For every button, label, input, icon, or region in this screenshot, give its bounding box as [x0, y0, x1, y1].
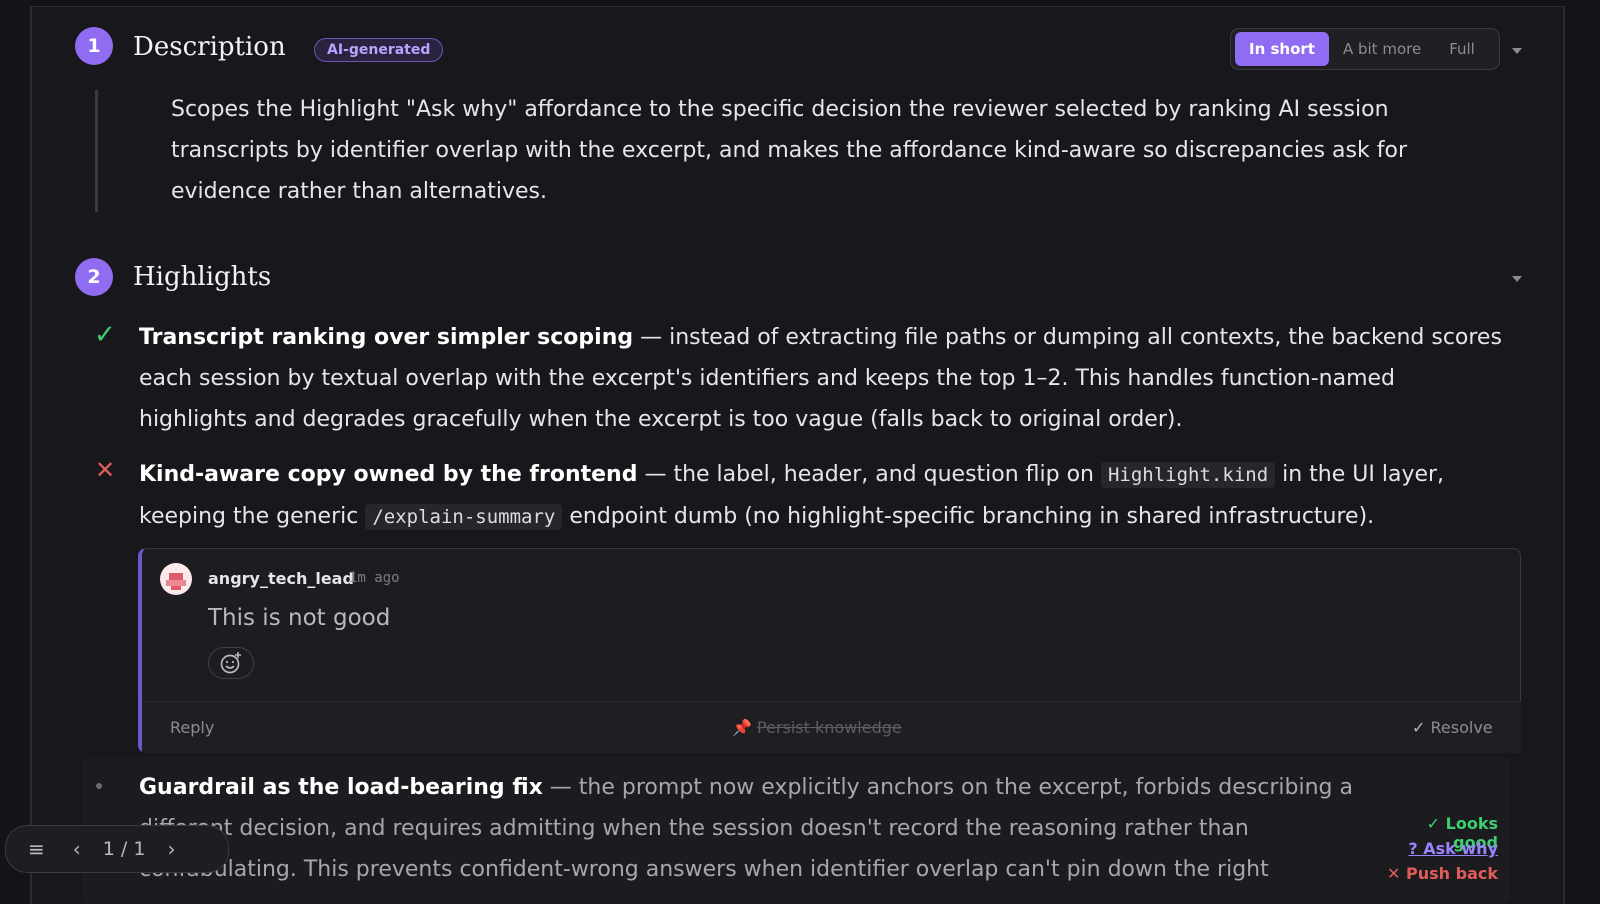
description-text: Scopes the Highlight "Ask why" affordanc…: [171, 97, 1407, 204]
ai-generated-badge: AI-generated: [314, 38, 444, 62]
x-icon: ✕: [95, 456, 116, 484]
highlight-item: Kind-aware copy owned by the frontend — …: [139, 462, 1445, 530]
tab-a-bit-more[interactable]: A bit more: [1329, 32, 1435, 66]
highlight-title: Transcript ranking over simpler scoping: [139, 325, 634, 350]
collapse-highlights-icon[interactable]: [1512, 276, 1522, 282]
bullet-icon: [96, 783, 102, 789]
menu-icon[interactable]: ≡: [28, 837, 45, 861]
section-number: 1: [75, 27, 113, 65]
comment-footer: Reply 📌 Persist knowledge ✓ Resolve: [142, 701, 1521, 753]
chevron-right-icon[interactable]: ›: [167, 837, 175, 861]
section-number: 2: [75, 258, 113, 296]
push-back-button[interactable]: ✕ Push back: [1380, 864, 1498, 883]
persist-knowledge-button[interactable]: 📌 Persist knowledge: [732, 718, 902, 737]
ask-why-button[interactable]: ? Ask why: [1380, 839, 1498, 858]
detail-level-toggle: In short A bit more Full: [1230, 28, 1500, 70]
comment-author[interactable]: angry_tech_lead: [208, 569, 354, 588]
comment-card: angry_tech_lead 1m ago This is not good …: [138, 548, 1521, 753]
page-navigator: ≡ ‹ 1 / 1 ›: [5, 825, 229, 873]
reply-button[interactable]: Reply: [170, 718, 214, 737]
add-reaction-button[interactable]: [208, 647, 254, 679]
pin-icon: 📌: [732, 718, 752, 737]
avatar: [160, 563, 192, 595]
highlight-title: Kind-aware copy owned by the frontend: [139, 462, 638, 487]
code-span: /explain-summary: [365, 504, 563, 530]
comment-time: 1m ago: [349, 570, 400, 586]
smiley-add-icon: [220, 652, 241, 674]
check-icon: ✓: [94, 320, 116, 350]
highlight-item: Guardrail as the load-bearing fix — the …: [139, 775, 1353, 882]
highlight-title: Guardrail as the load-bearing fix: [139, 775, 543, 800]
highlight-item: Transcript ranking over simpler scoping …: [139, 325, 1502, 432]
page-indicator: 1 / 1: [102, 838, 146, 860]
resolve-button[interactable]: ✓ Resolve: [1412, 718, 1493, 737]
description-rule: [95, 90, 98, 212]
tab-full[interactable]: Full: [1435, 32, 1489, 66]
section-title-highlights: Highlights: [133, 262, 272, 292]
section-title-description: Description: [133, 32, 286, 62]
code-span: Highlight.kind: [1100, 462, 1276, 488]
check-icon: ✓: [1412, 718, 1426, 737]
collapse-description-icon[interactable]: [1512, 48, 1522, 54]
tab-in-short[interactable]: In short: [1235, 32, 1329, 66]
comment-body: This is not good: [208, 605, 391, 631]
chevron-left-icon[interactable]: ‹: [73, 837, 81, 861]
